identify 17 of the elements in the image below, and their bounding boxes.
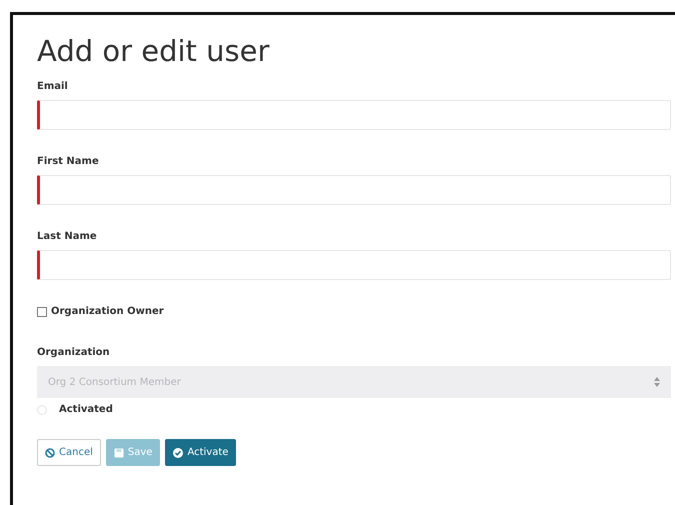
- cancel-icon: [45, 448, 55, 458]
- checkbox-label: Activated: [59, 404, 113, 415]
- field-label: Organization: [37, 347, 111, 358]
- field-label: Email: [37, 81, 69, 92]
- check-circle-icon: [173, 448, 184, 458]
- checkbox-label: Organization Owner: [51, 306, 164, 317]
- field-label: First Name: [37, 156, 100, 167]
- input-field[interactable]: [37, 100, 671, 130]
- checkbox[interactable]: [37, 306, 47, 316]
- save-icon: [114, 448, 124, 458]
- cancel-button[interactable]: Cancel: [37, 439, 101, 466]
- field-label: Last Name: [37, 231, 98, 242]
- dialog-title: Add or edit user: [37, 33, 270, 69]
- input-field[interactable]: [37, 250, 671, 280]
- activate-button[interactable]: Activate: [165, 439, 236, 466]
- input-field[interactable]: [37, 175, 671, 205]
- caret-icon: [654, 377, 660, 387]
